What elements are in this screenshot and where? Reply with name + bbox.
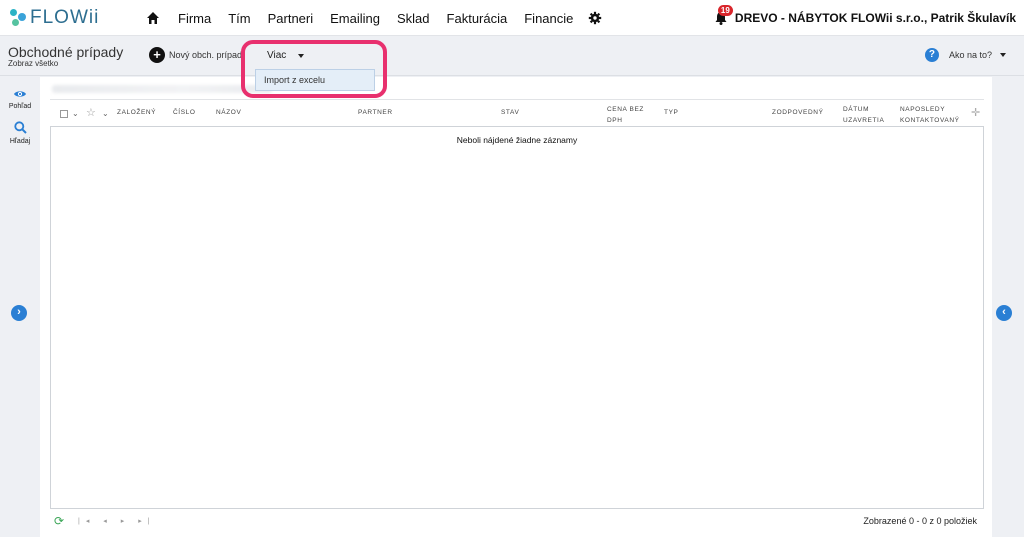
notification-badge: 19 [717, 5, 733, 16]
nav-item-sklad[interactable]: Sklad [397, 11, 430, 26]
column-settings-icon[interactable]: ✛ [971, 106, 980, 119]
question-icon: ? [924, 48, 939, 62]
user-area: 19 DREVO - NÁBYTOK FLOWii s.r.o., Patrik… [713, 0, 1016, 36]
record-count: Zobrazené 0 - 0 z 0 položiek [863, 516, 977, 526]
column-price[interactable]: Cena bez DPH [607, 104, 644, 126]
column-name[interactable]: Názov [216, 109, 241, 116]
view-button[interactable]: Pohľad [0, 89, 40, 110]
nav-item-financie[interactable]: Financie [524, 11, 573, 26]
column-number[interactable]: Číslo [173, 109, 196, 116]
main-nav: Firma Tím Partneri Emailing Sklad Faktur… [146, 0, 602, 36]
expand-left-panel-icon[interactable]: › [11, 305, 27, 321]
logo[interactable]: FLOWii [8, 7, 99, 29]
search-label: Hľadaj [9, 138, 31, 145]
import-excel-menu-item[interactable]: Import z excelu [255, 69, 375, 91]
nav-item-firma[interactable]: Firma [178, 11, 211, 26]
bell-icon[interactable]: 19 [713, 5, 733, 26]
chevron-down-icon[interactable]: ⌄ [72, 109, 79, 118]
logo-text: FLOWii [30, 7, 100, 28]
gear-icon[interactable] [588, 11, 602, 25]
table-body: Neboli nájdené žiadne záznamy [50, 127, 984, 509]
page-toolbar: Obchodné prípady Zobraz všetko + Nový ob… [0, 36, 1024, 76]
search-button[interactable]: Hľadaj [0, 121, 40, 145]
select-all-checkbox[interactable] [60, 110, 68, 118]
column-close-line2: uzavretia [843, 117, 885, 124]
column-owner[interactable]: Zodpovedný [772, 109, 824, 116]
eye-icon [0, 89, 40, 101]
page-title: Obchodné prípady [8, 44, 124, 60]
logo-mark-icon [8, 7, 28, 29]
refresh-icon[interactable]: ⟳ [54, 515, 64, 527]
new-deal-button[interactable]: + Nový obch. prípad [149, 47, 242, 63]
table-footer: ⟳ |◂ ◂ ▸ ▸| Zobrazené 0 - 0 z 0 položiek [50, 515, 984, 529]
user-company-name[interactable]: DREVO - NÁBYTOK FLOWii s.r.o., Patrik Šk… [735, 11, 1016, 25]
help-button[interactable]: ? Ako na to? [924, 48, 1006, 62]
help-label: Ako na to? [948, 50, 992, 60]
nav-item-emailing[interactable]: Emailing [330, 11, 380, 26]
star-icon[interactable]: ☆ [86, 106, 96, 119]
column-partner[interactable]: Partner [358, 109, 393, 116]
expand-right-panel-icon[interactable]: ‹ [996, 305, 1012, 321]
column-created[interactable]: Založený [117, 109, 156, 116]
column-contact-line1: Naposledy [900, 106, 946, 113]
column-status[interactable]: Stav [501, 109, 519, 116]
pagination-controls[interactable]: |◂ ◂ ▸ ▸| [78, 517, 156, 525]
top-navbar: FLOWii Firma Tím Partneri Emailing Sklad… [0, 0, 1024, 36]
column-type[interactable]: Typ [664, 109, 678, 116]
column-close-date[interactable]: Dátum uzavretia [843, 104, 884, 126]
home-icon[interactable] [146, 11, 160, 25]
plus-icon: + [149, 47, 165, 63]
column-contact-line2: kontaktovaný [900, 117, 960, 124]
column-close-line1: Dátum [843, 106, 870, 113]
column-price-line2: DPH [607, 117, 623, 124]
view-label: Pohľad [8, 103, 32, 110]
new-deal-label: Nový obch. prípad [169, 50, 243, 60]
empty-table-message: Neboli nájdené žiadne záznamy [456, 135, 578, 145]
page-subtitle[interactable]: Zobraz všetko [8, 59, 58, 68]
table-header: ⌄ ☆ ⌄ Založený Číslo Názov Partner Stav … [50, 99, 984, 127]
nav-item-partneri[interactable]: Partneri [268, 11, 314, 26]
column-last-contacted[interactable]: Naposledy kontaktovaný [900, 104, 960, 126]
nav-item-fakturacia[interactable]: Fakturácia [447, 11, 508, 26]
search-icon [0, 121, 40, 136]
chevron-down-icon[interactable]: ⌄ [102, 109, 109, 118]
chevron-down-icon [1000, 53, 1006, 57]
column-price-line1: Cena bez [607, 106, 644, 113]
blurred-filter-text [52, 85, 272, 93]
main-content: ⌄ ☆ ⌄ Založený Číslo Názov Partner Stav … [40, 77, 992, 537]
left-sidebar: Pohľad Hľadaj › [0, 77, 40, 537]
nav-item-tim[interactable]: Tím [228, 11, 250, 26]
